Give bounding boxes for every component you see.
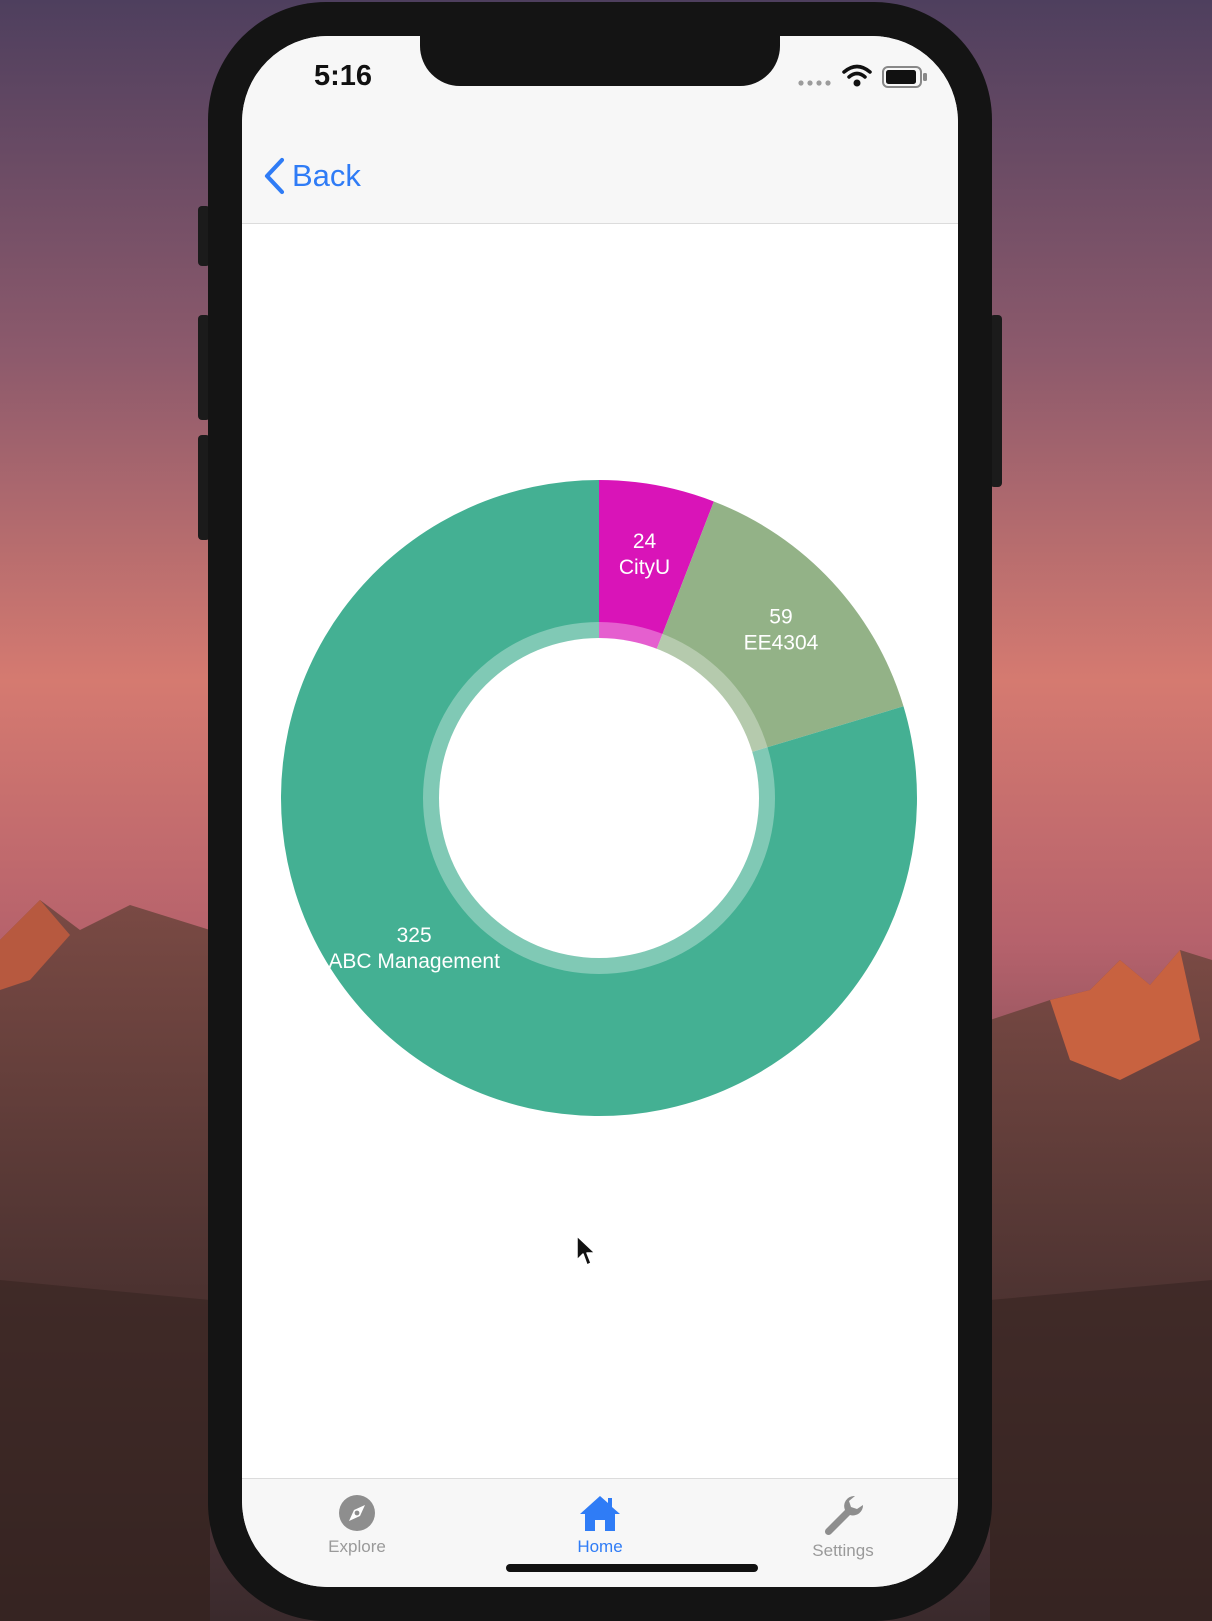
tab-explore[interactable]: Explore [282, 1493, 432, 1563]
home-icon [580, 1496, 620, 1531]
chart-view: 24 CityU 59 EE4304 325 ABC Management [242, 224, 958, 1478]
back-label: Back [292, 158, 361, 193]
wifi-icon [842, 64, 872, 87]
notch [420, 36, 780, 86]
tab-home-label: Home [577, 1537, 623, 1556]
tab-settings[interactable]: Settings [768, 1493, 918, 1563]
compass-icon [339, 1495, 375, 1531]
phone-frame: 5:16 Back 24 CityU 59 EE4304 325 ABC Man… [208, 2, 992, 1621]
donut-chart: 24 CityU59 EE4304325 ABC Management [280, 480, 917, 1116]
mouse-cursor-icon [576, 1235, 596, 1266]
donut-hole [439, 638, 759, 958]
battery-icon [882, 66, 927, 88]
chevron-left-icon [264, 157, 285, 195]
tab-explore-label: Explore [328, 1537, 386, 1556]
status-time: 5:16 [314, 60, 373, 92]
navigation-bar: Back [242, 126, 958, 224]
phone-screen: 5:16 Back 24 CityU 59 EE4304 325 ABC Man… [242, 36, 958, 1587]
tab-settings-label: Settings [812, 1541, 874, 1560]
home-indicator [506, 1564, 758, 1572]
tab-home[interactable]: Home [525, 1493, 675, 1563]
wrench-icon [824, 1496, 864, 1536]
cellular-signal-icon [798, 80, 831, 86]
back-button[interactable]: Back [262, 154, 361, 198]
